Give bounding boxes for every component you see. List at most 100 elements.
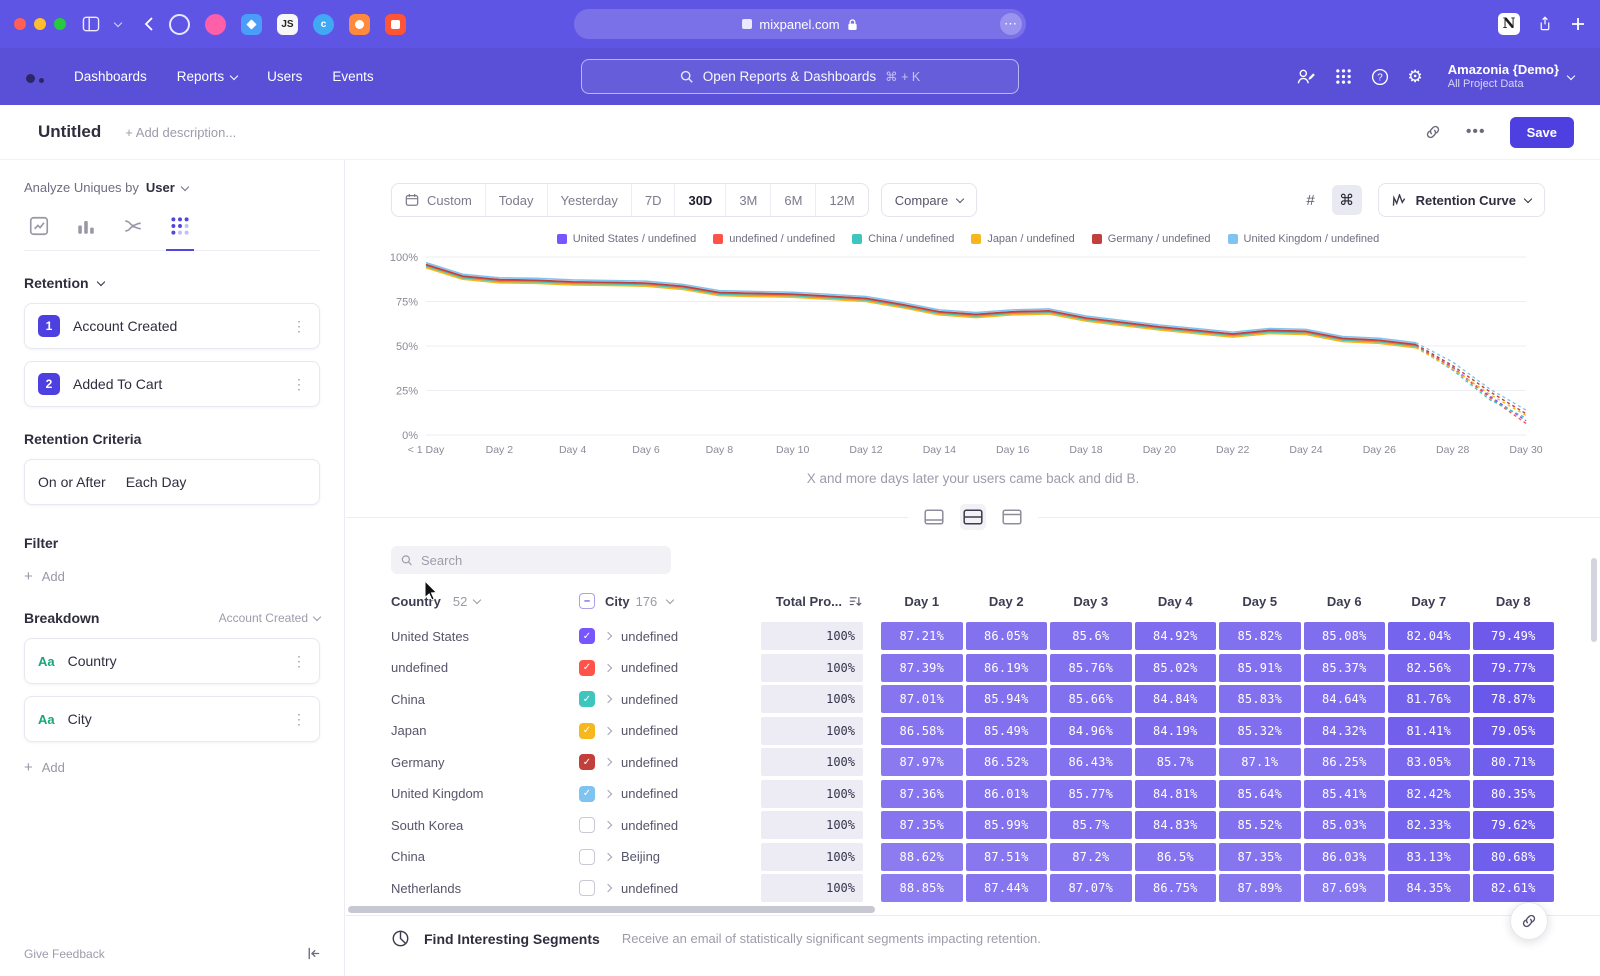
day-cell[interactable]: 85.94% <box>966 685 1048 713</box>
day-cell[interactable]: 79.05% <box>1473 717 1555 745</box>
day-cell[interactable]: 86.58% <box>881 717 963 745</box>
day-cell[interactable]: 78.87% <box>1473 685 1555 713</box>
collapse-sidebar-icon[interactable] <box>305 945 322 962</box>
day-cell[interactable]: 84.96% <box>1050 717 1132 745</box>
step-card-1[interactable]: 1 Account Created ⋮ <box>24 303 320 349</box>
compare-button[interactable]: Compare <box>881 183 977 217</box>
day-cell[interactable]: 82.56% <box>1388 654 1470 682</box>
row-checkbox[interactable] <box>579 880 595 896</box>
day-cell[interactable]: 86.75% <box>1135 874 1217 902</box>
day-cell[interactable]: 82.61% <box>1473 874 1555 902</box>
day-cell[interactable]: 87.35% <box>881 811 963 839</box>
day-cell[interactable]: 85.49% <box>966 717 1048 745</box>
day-cell[interactable]: 87.89% <box>1219 874 1301 902</box>
tab-retention[interactable] <box>169 215 191 237</box>
day-cell[interactable]: 85.32% <box>1219 717 1301 745</box>
day-cell[interactable]: 85.52% <box>1219 811 1301 839</box>
project-switcher[interactable]: Amazonia {Demo} All Project Data <box>1448 62 1574 92</box>
mixpanel-logo[interactable] <box>26 71 44 83</box>
day-cell[interactable]: 85.83% <box>1219 685 1301 713</box>
day-cell[interactable]: 86.52% <box>966 748 1048 776</box>
day-cell[interactable]: 86.43% <box>1050 748 1132 776</box>
range-3m[interactable]: 3M <box>726 184 771 216</box>
day-cell[interactable]: 85.77% <box>1050 780 1132 808</box>
day-cell[interactable]: 87.07% <box>1050 874 1132 902</box>
table-search[interactable] <box>391 546 671 574</box>
target-extension-icon[interactable] <box>169 14 190 35</box>
url-more-icon[interactable]: ⋯ <box>1000 13 1022 35</box>
analyze-value[interactable]: User <box>146 180 175 195</box>
kebab-menu-icon[interactable]: ⋮ <box>292 653 306 670</box>
more-options-icon[interactable]: ••• <box>1466 123 1486 141</box>
expand-chevron-icon[interactable] <box>604 884 612 892</box>
legend-item[interactable]: United States / undefined <box>557 233 697 245</box>
day-cell[interactable]: 84.19% <box>1135 717 1217 745</box>
day-cell[interactable]: 83.05% <box>1388 748 1470 776</box>
day-cell[interactable]: 85.91% <box>1219 654 1301 682</box>
day-column-header[interactable]: Day 2 <box>966 594 1048 609</box>
day-cell[interactable]: 85.82% <box>1219 622 1301 650</box>
pink-extension-icon[interactable] <box>205 14 226 35</box>
day-column-header[interactable]: Day 7 <box>1388 594 1470 609</box>
legend-item[interactable]: undefined / undefined <box>713 233 835 245</box>
day-column-header[interactable]: Day 8 <box>1473 594 1555 609</box>
day-cell[interactable]: 87.2% <box>1050 843 1132 871</box>
legend-item[interactable]: China / undefined <box>852 233 954 245</box>
kebab-menu-icon[interactable]: ⋮ <box>292 318 306 335</box>
day-column-header[interactable]: Day 1 <box>881 594 963 609</box>
row-checkbox[interactable] <box>579 849 595 865</box>
global-search[interactable]: Open Reports & Dashboards ⌘ + K <box>581 59 1019 94</box>
add-filter-button[interactable]: +Add <box>24 569 320 584</box>
range-yesterday[interactable]: Yesterday <box>548 184 632 216</box>
analyze-uniques-row[interactable]: Analyze Uniques by User <box>24 180 320 195</box>
segments-title[interactable]: Find Interesting Segments <box>424 931 600 947</box>
criteria-each-day[interactable]: Each Day <box>126 474 187 490</box>
kebab-menu-icon[interactable]: ⋮ <box>292 711 306 728</box>
box-extension-icon[interactable] <box>241 14 262 35</box>
day-cell[interactable]: 87.01% <box>881 685 963 713</box>
day-cell[interactable]: 86.25% <box>1304 748 1386 776</box>
expand-chevron-icon[interactable] <box>604 821 612 829</box>
expand-chevron-icon[interactable] <box>604 789 612 797</box>
day-column-header[interactable]: Day 6 <box>1304 594 1386 609</box>
criteria-card[interactable]: On or After Each Day <box>24 459 320 505</box>
range-12m[interactable]: 12M <box>816 184 867 216</box>
url-bar[interactable]: mixpanel.com ⋯ <box>574 9 1026 39</box>
day-column-header[interactable]: Day 3 <box>1050 594 1132 609</box>
give-feedback-link[interactable]: Give Feedback <box>24 947 105 961</box>
day-cell[interactable]: 84.64% <box>1304 685 1386 713</box>
add-description[interactable]: + Add description... <box>125 125 236 140</box>
country-cell[interactable]: undefined <box>391 654 579 682</box>
row-checkbox[interactable]: ✓ <box>579 691 595 707</box>
range-30d[interactable]: 30D <box>675 184 726 216</box>
expand-chevron-icon[interactable] <box>604 663 612 671</box>
day-cell[interactable]: 85.76% <box>1050 654 1132 682</box>
select-all-checkbox[interactable]: – <box>579 593 595 609</box>
day-cell[interactable]: 87.35% <box>1219 843 1301 871</box>
close-window-button[interactable] <box>14 18 26 30</box>
expand-chevron-icon[interactable] <box>604 758 612 766</box>
day-cell[interactable]: 85.99% <box>966 811 1048 839</box>
row-checkbox[interactable]: ✓ <box>579 723 595 739</box>
day-cell[interactable]: 85.64% <box>1219 780 1301 808</box>
tabs-chevron-icon[interactable] <box>114 19 122 27</box>
day-cell[interactable]: 85.08% <box>1304 622 1386 650</box>
gear-icon[interactable]: ⚙ <box>1408 68 1423 85</box>
day-cell[interactable]: 87.39% <box>881 654 963 682</box>
share-link-fab[interactable] <box>1510 902 1548 940</box>
vertical-scrollbar[interactable] <box>1591 558 1597 642</box>
day-cell[interactable]: 84.84% <box>1135 685 1217 713</box>
day-cell[interactable]: 79.77% <box>1473 654 1555 682</box>
day-cell[interactable]: 84.35% <box>1388 874 1470 902</box>
day-cell[interactable]: 86.01% <box>966 780 1048 808</box>
breakdown-label[interactable]: Country <box>68 653 117 669</box>
day-column-header[interactable]: Day 5 <box>1219 594 1301 609</box>
view-split-button[interactable] <box>960 504 986 530</box>
day-cell[interactable]: 87.1% <box>1219 748 1301 776</box>
breakdown-scope-dropdown[interactable]: Account Created <box>219 611 320 625</box>
day-cell[interactable]: 87.44% <box>966 874 1048 902</box>
tab-insights[interactable] <box>28 215 50 237</box>
day-cell[interactable]: 85.41% <box>1304 780 1386 808</box>
total-column-header[interactable]: Total Pro... <box>761 594 863 609</box>
country-cell[interactable]: China <box>391 843 579 871</box>
